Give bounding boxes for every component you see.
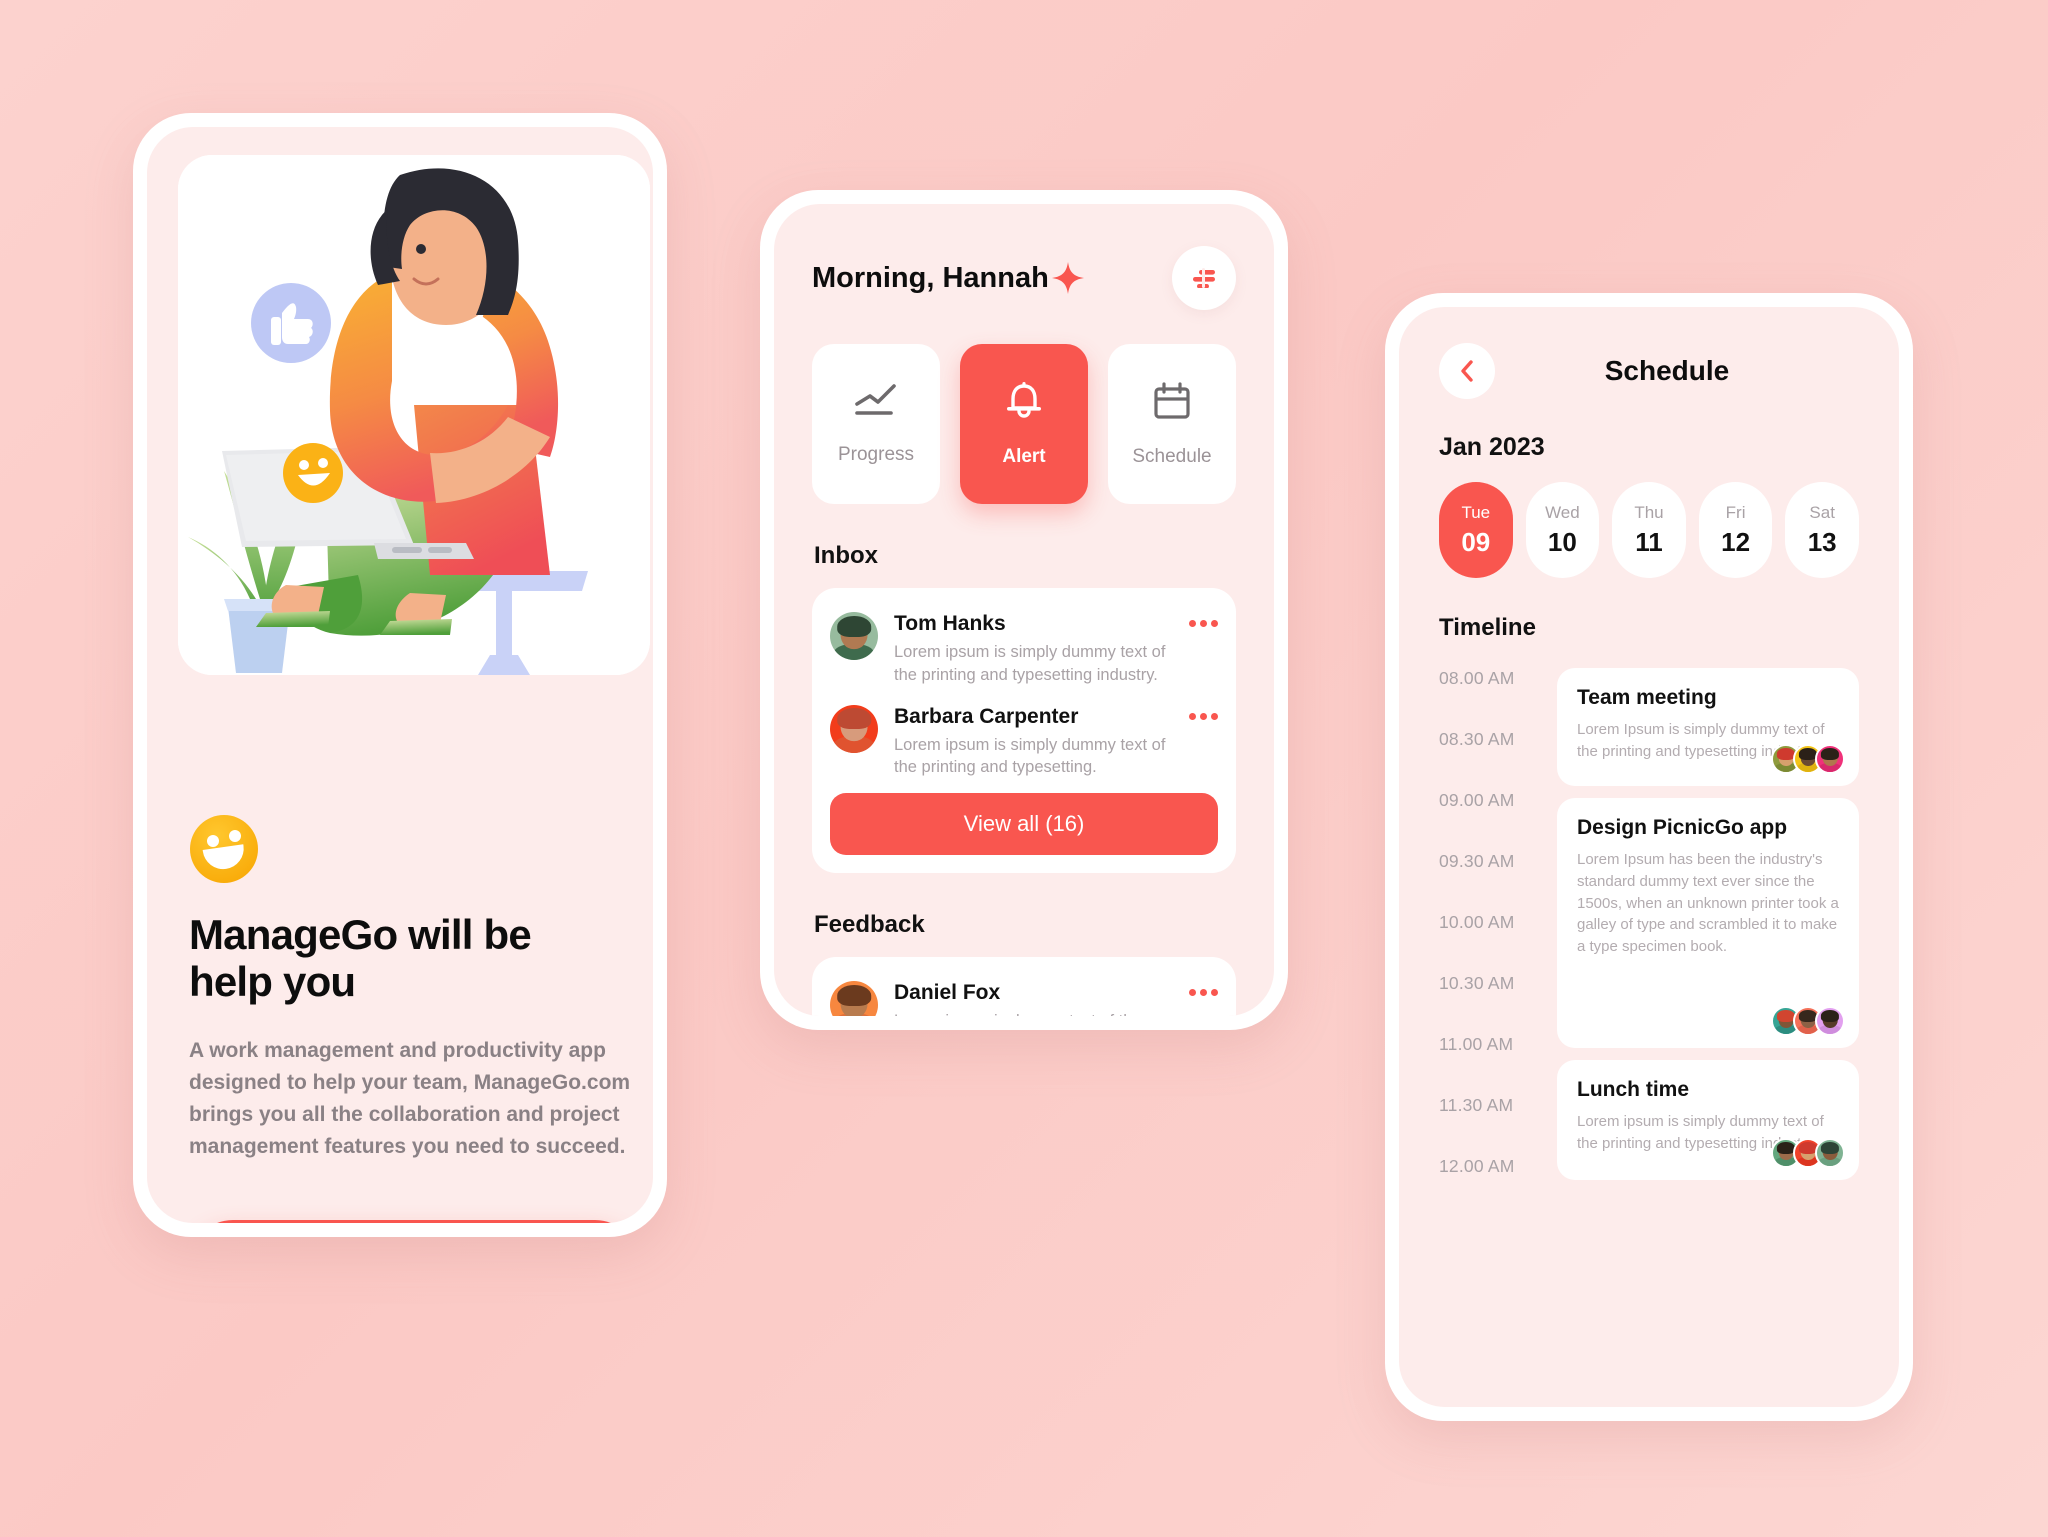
line-chart-icon xyxy=(855,384,896,415)
timeline-time: 11.30 AM xyxy=(1439,1095,1514,1115)
inbox-section-title: Inbox xyxy=(814,542,878,569)
page-description: A work management and productivity app d… xyxy=(189,1039,631,1159)
quick-action-label: Schedule xyxy=(1132,446,1212,467)
home-header: Morning, Hannah xyxy=(812,246,1236,310)
day-number: 12 xyxy=(1721,526,1751,557)
avatar xyxy=(1815,1138,1845,1168)
event-attendees xyxy=(1771,1006,1845,1036)
menu-button[interactable] xyxy=(1172,246,1236,310)
onboarding-screen: ManageGo will be help you A work managem… xyxy=(147,127,653,1223)
day-dow: Fri xyxy=(1725,502,1746,522)
day-chip-sat[interactable]: Sat 13 xyxy=(1785,482,1859,578)
timeline-time: 09.00 AM xyxy=(1439,790,1515,810)
avatar xyxy=(830,704,878,753)
timeline-event-card[interactable]: Design PicnicGo app Lorem Ipsum has been… xyxy=(1557,798,1859,1048)
feedback-item-text: Lorem ipsum is dummy text of the printin… xyxy=(894,1010,1173,1016)
quick-action-label: Progress xyxy=(837,444,915,465)
event-attendees xyxy=(1771,744,1845,774)
inbox-item-name: Barbara Carpenter xyxy=(894,704,1079,728)
day-dow: Tue xyxy=(1461,502,1491,522)
get-started-button[interactable]: Get Started xyxy=(189,1220,639,1223)
timeline: 08.00 AM 08.30 AM 09.00 AM 09.30 AM 10.0… xyxy=(1439,656,1859,1180)
more-options-icon[interactable] xyxy=(1189,981,1218,997)
timeline-event-card[interactable]: Lunch time Lorem ipsum is simply dummy t… xyxy=(1557,1060,1859,1180)
greeting: Morning, Hannah xyxy=(812,261,1085,295)
inbox-item[interactable]: Barbara Carpenter Lorem ipsum is simply … xyxy=(830,701,1218,794)
day-number: 09 xyxy=(1461,526,1491,557)
timeline-time: 09.30 AM xyxy=(1439,851,1515,871)
timeline-time-column: 08.00 AM 08.30 AM 09.00 AM 09.30 AM 10.0… xyxy=(1439,656,1551,1177)
inbox-item[interactable]: Tom Hanks Lorem ipsum is simply dummy te… xyxy=(830,608,1218,701)
calendar-icon xyxy=(1154,382,1190,419)
month-label: Jan 2023 xyxy=(1439,433,1545,461)
inbox-view-all-button[interactable]: View all (16) xyxy=(830,793,1218,856)
sparkle-icon xyxy=(1051,262,1084,294)
day-chip-thu[interactable]: Thu 11 xyxy=(1612,482,1686,578)
timeline-time: 11.00 AM xyxy=(1439,1034,1514,1054)
timeline-events: Team meeting Lorem Ipsum is simply dummy… xyxy=(1557,656,1859,1180)
day-dow: Wed xyxy=(1545,502,1580,522)
greeting-text: Morning, Hannah xyxy=(812,261,1049,294)
page-title: ManageGo will be help you xyxy=(189,911,532,1006)
avatar xyxy=(830,612,878,660)
day-selector: Tue 09 Wed 10 Thu 11 Fri 12 Sat 13 xyxy=(1439,482,1859,578)
quick-actions: Progress Alert Schedule xyxy=(812,344,1236,504)
hero-illustration-card xyxy=(178,155,650,675)
phone-onboarding: ManageGo will be help you A work managem… xyxy=(133,113,667,1237)
quick-action-schedule[interactable]: Schedule xyxy=(1108,344,1236,504)
event-attendees xyxy=(1771,1138,1845,1168)
timeline-time: 08.30 AM xyxy=(1439,729,1515,749)
bell-icon xyxy=(1007,382,1041,418)
woman-working-on-laptop-illustration xyxy=(178,155,650,675)
timeline-time: 10.00 AM xyxy=(1439,912,1515,932)
day-chip-wed[interactable]: Wed 10 xyxy=(1525,482,1600,578)
inbox-item-text: Lorem ipsum is simply dummy text of the … xyxy=(894,643,1166,684)
feedback-item[interactable]: Daniel Fox Lorem ipsum is dummy text of … xyxy=(830,977,1218,1016)
day-chip-fri[interactable]: Fri 12 xyxy=(1698,482,1773,578)
inbox-card: Tom Hanks Lorem ipsum is simply dummy te… xyxy=(812,588,1236,874)
avatar xyxy=(1815,1006,1845,1036)
day-chip-tue[interactable]: Tue 09 xyxy=(1439,482,1513,578)
timeline-event-card[interactable]: Team meeting Lorem Ipsum is simply dummy… xyxy=(1557,668,1859,786)
quick-action-alert[interactable]: Alert xyxy=(960,344,1088,504)
menu-icon xyxy=(1193,268,1215,288)
chevron-left-icon xyxy=(1461,360,1473,382)
day-number: 13 xyxy=(1807,526,1837,557)
feedback-card: Daniel Fox Lorem ipsum is dummy text of … xyxy=(812,957,1236,1016)
timeline-time: 08.00 AM xyxy=(1439,668,1515,688)
quick-action-label: Alert xyxy=(1002,446,1046,467)
timeline-title: Timeline xyxy=(1439,614,1536,641)
feedback-item-name: Daniel Fox xyxy=(894,981,1001,1005)
inbox-item-text: Lorem ipsum is simply dummy text of the … xyxy=(894,735,1166,777)
day-number: 11 xyxy=(1635,526,1663,557)
schedule-screen: Schedule Jan 2023 Tue 09 Wed 10 Thu 11 F… xyxy=(1399,307,1899,1407)
event-title: Lunch time xyxy=(1577,1078,1690,1101)
schedule-header: Schedule xyxy=(1439,343,1859,399)
day-dow: Sat xyxy=(1809,502,1835,522)
inbox-item-name: Tom Hanks xyxy=(894,612,1006,635)
event-title: Team meeting xyxy=(1577,686,1717,709)
quick-action-progress[interactable]: Progress xyxy=(812,344,940,504)
event-description: Lorem Ipsum has been the industry's stan… xyxy=(1577,851,1839,955)
more-options-icon[interactable] xyxy=(1189,612,1218,627)
timeline-time: 10.30 AM xyxy=(1439,973,1515,993)
page-title: Schedule xyxy=(1604,355,1730,386)
avatar xyxy=(1815,744,1845,774)
avatar xyxy=(830,981,878,1016)
day-dow: Thu xyxy=(1634,502,1664,522)
smiley-badge-icon xyxy=(190,815,258,883)
day-number: 10 xyxy=(1547,526,1577,557)
home-screen: Morning, Hannah Progress Alert Schedule … xyxy=(774,204,1274,1016)
feedback-section-title: Feedback xyxy=(814,911,925,939)
event-title: Design PicnicGo app xyxy=(1577,816,1788,839)
phone-schedule: Schedule Jan 2023 Tue 09 Wed 10 Thu 11 F… xyxy=(1385,293,1913,1421)
timeline-time: 12.00 AM xyxy=(1439,1156,1515,1176)
phone-home: Morning, Hannah Progress Alert Schedule … xyxy=(760,190,1288,1030)
more-options-icon[interactable] xyxy=(1189,705,1218,720)
